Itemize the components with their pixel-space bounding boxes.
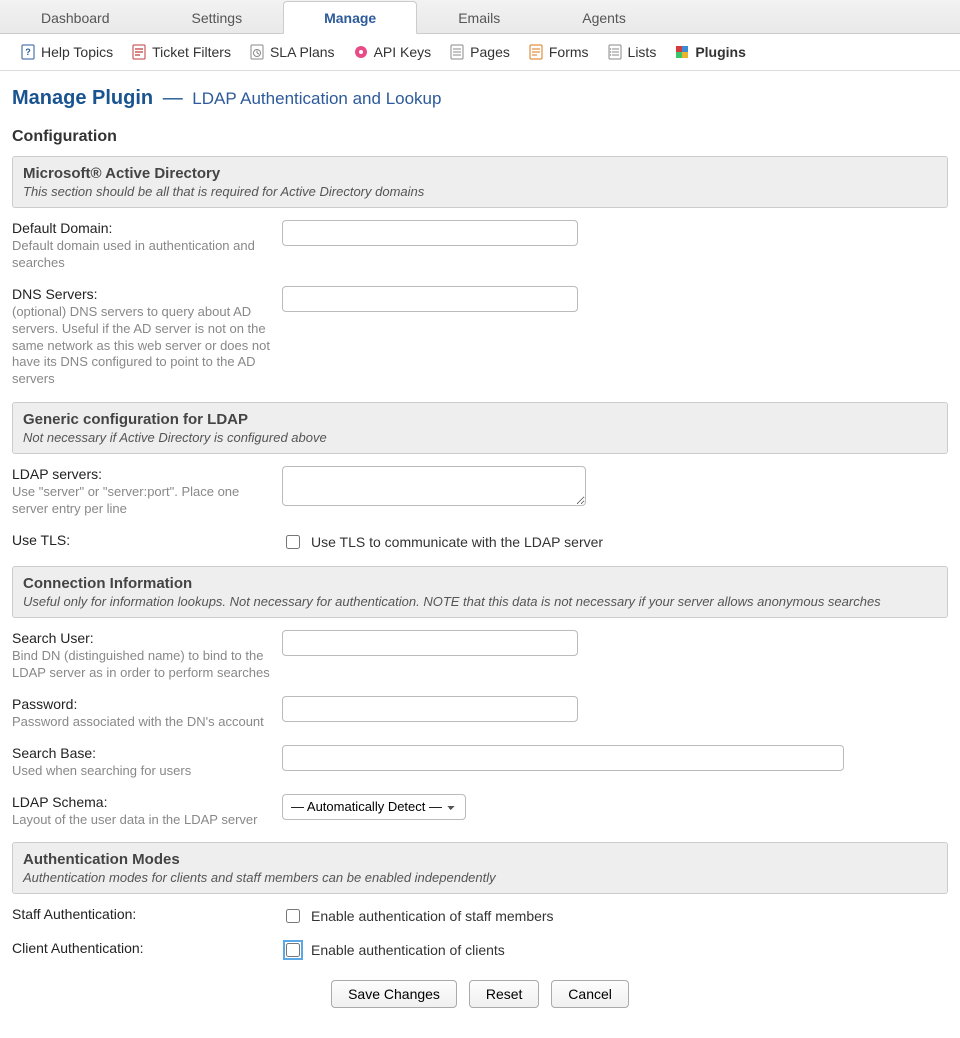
help-topics-icon: ? <box>20 44 36 60</box>
nav-label: SLA Plans <box>270 44 335 60</box>
row-default-domain: Default Domain: Default domain used in a… <box>12 220 948 272</box>
svg-text:?: ? <box>25 47 31 57</box>
search-user-help: Bind DN (distinguished name) to bind to … <box>12 648 272 682</box>
password-input[interactable] <box>282 696 578 722</box>
dns-servers-help: (optional) DNS servers to query about AD… <box>12 304 272 388</box>
ldap-schema-label: LDAP Schema: <box>12 794 272 810</box>
use-tls-chk-label: Use TLS to communicate with the LDAP ser… <box>311 534 603 550</box>
search-user-label: Search User: <box>12 630 272 646</box>
nav-label: Ticket Filters <box>152 44 231 60</box>
nav-pages[interactable]: Pages <box>441 40 518 64</box>
cancel-button[interactable]: Cancel <box>551 980 629 1008</box>
search-user-input[interactable] <box>282 630 578 656</box>
section-ldap-title: Generic configuration for LDAP <box>23 411 248 428</box>
content: Manage Plugin — LDAP Authentication and … <box>0 71 960 1038</box>
section-conn-title: Connection Information <box>23 575 192 592</box>
tab-dashboard[interactable]: Dashboard <box>0 1 151 34</box>
tab-settings[interactable]: Settings <box>151 1 284 34</box>
password-help: Password associated with the DN's accoun… <box>12 714 272 731</box>
page-title: Manage Plugin — LDAP Authentication and … <box>12 87 948 110</box>
nav-sla-plans[interactable]: SLA Plans <box>241 40 343 64</box>
api-keys-icon <box>353 44 369 60</box>
use-tls-label: Use TLS: <box>12 532 272 548</box>
config-heading: Configuration <box>12 128 948 146</box>
forms-icon <box>528 44 544 60</box>
row-ldap-servers: LDAP servers: Use "server" or "server:po… <box>12 466 948 518</box>
nav-plugins[interactable]: Plugins <box>666 40 754 64</box>
nav-label: Plugins <box>695 44 746 60</box>
ldap-schema-select[interactable]: — Automatically Detect — <box>282 794 466 820</box>
row-use-tls: Use TLS: Use TLS to communicate with the… <box>12 532 948 552</box>
row-search-user: Search User: Bind DN (distinguished name… <box>12 630 948 682</box>
nav-lists[interactable]: Lists <box>599 40 665 64</box>
tab-emails[interactable]: Emails <box>417 1 541 34</box>
nav-label: Forms <box>549 44 589 60</box>
nav-help-topics[interactable]: ? Help Topics <box>12 40 121 64</box>
dns-servers-input[interactable] <box>282 286 578 312</box>
default-domain-help: Default domain used in authentication an… <box>12 238 272 272</box>
row-staff-auth: Staff Authentication: Enable authenticat… <box>12 906 948 926</box>
lists-icon <box>607 44 623 60</box>
top-tabs: Dashboard Settings Manage Emails Agents <box>0 0 960 34</box>
section-conn: Connection Information Useful only for i… <box>12 566 948 618</box>
ldap-servers-input[interactable] <box>282 466 586 506</box>
nav-label: Pages <box>470 44 510 60</box>
search-base-label: Search Base: <box>12 745 272 761</box>
ldap-servers-help: Use "server" or "server:port". Place one… <box>12 484 272 518</box>
dns-servers-label: DNS Servers: <box>12 286 272 302</box>
section-ldap: Generic configuration for LDAP Not neces… <box>12 402 948 454</box>
section-auth-title: Authentication Modes <box>23 851 180 868</box>
default-domain-label: Default Domain: <box>12 220 272 236</box>
tab-manage[interactable]: Manage <box>283 1 417 34</box>
client-auth-checkbox[interactable] <box>286 943 300 957</box>
search-base-input[interactable] <box>282 745 844 771</box>
default-domain-input[interactable] <box>282 220 578 246</box>
section-ad-subtitle: This section should be all that is requi… <box>23 184 937 199</box>
section-auth-subtitle: Authentication modes for clients and sta… <box>23 870 937 885</box>
tab-agents[interactable]: Agents <box>541 1 667 34</box>
search-base-help: Used when searching for users <box>12 763 272 780</box>
row-ldap-schema: LDAP Schema: Layout of the user data in … <box>12 794 948 829</box>
row-client-auth: Client Authentication: Enable authentica… <box>12 940 948 960</box>
staff-auth-checkbox[interactable] <box>286 909 300 923</box>
page-title-sep: — <box>159 87 187 109</box>
nav-ticket-filters[interactable]: Ticket Filters <box>123 40 239 64</box>
nav-forms[interactable]: Forms <box>520 40 597 64</box>
nav-api-keys[interactable]: API Keys <box>345 40 440 64</box>
nav-label: Help Topics <box>41 44 113 60</box>
plugins-icon <box>674 44 690 60</box>
sla-plans-icon <box>249 44 265 60</box>
ldap-servers-label: LDAP servers: <box>12 466 272 482</box>
save-button[interactable]: Save Changes <box>331 980 457 1008</box>
row-password: Password: Password associated with the D… <box>12 696 948 731</box>
section-conn-subtitle: Useful only for information lookups. Not… <box>23 594 937 609</box>
pages-icon <box>449 44 465 60</box>
section-ad-title: Microsoft® Active Directory <box>23 165 220 182</box>
staff-auth-chk-label: Enable authentication of staff members <box>311 908 554 924</box>
password-label: Password: <box>12 696 272 712</box>
section-ldap-subtitle: Not necessary if Active Directory is con… <box>23 430 937 445</box>
row-dns-servers: DNS Servers: (optional) DNS servers to q… <box>12 286 948 388</box>
page-title-main: Manage Plugin <box>12 87 153 109</box>
ldap-schema-help: Layout of the user data in the LDAP serv… <box>12 812 272 829</box>
client-auth-label: Client Authentication: <box>12 940 272 956</box>
ticket-filters-icon <box>131 44 147 60</box>
row-search-base: Search Base: Used when searching for use… <box>12 745 948 780</box>
nav-label: API Keys <box>374 44 432 60</box>
section-ad: Microsoft® Active Directory This section… <box>12 156 948 208</box>
client-auth-chk-label: Enable authentication of clients <box>311 942 505 958</box>
page-title-sub: LDAP Authentication and Lookup <box>192 89 441 108</box>
nav-label: Lists <box>628 44 657 60</box>
use-tls-checkbox[interactable] <box>286 535 300 549</box>
sub-nav: ? Help Topics Ticket Filters SLA Plans A… <box>0 34 960 71</box>
section-auth: Authentication Modes Authentication mode… <box>12 842 948 894</box>
reset-button[interactable]: Reset <box>469 980 540 1008</box>
staff-auth-label: Staff Authentication: <box>12 906 272 922</box>
button-row: Save Changes Reset Cancel <box>12 980 948 1008</box>
